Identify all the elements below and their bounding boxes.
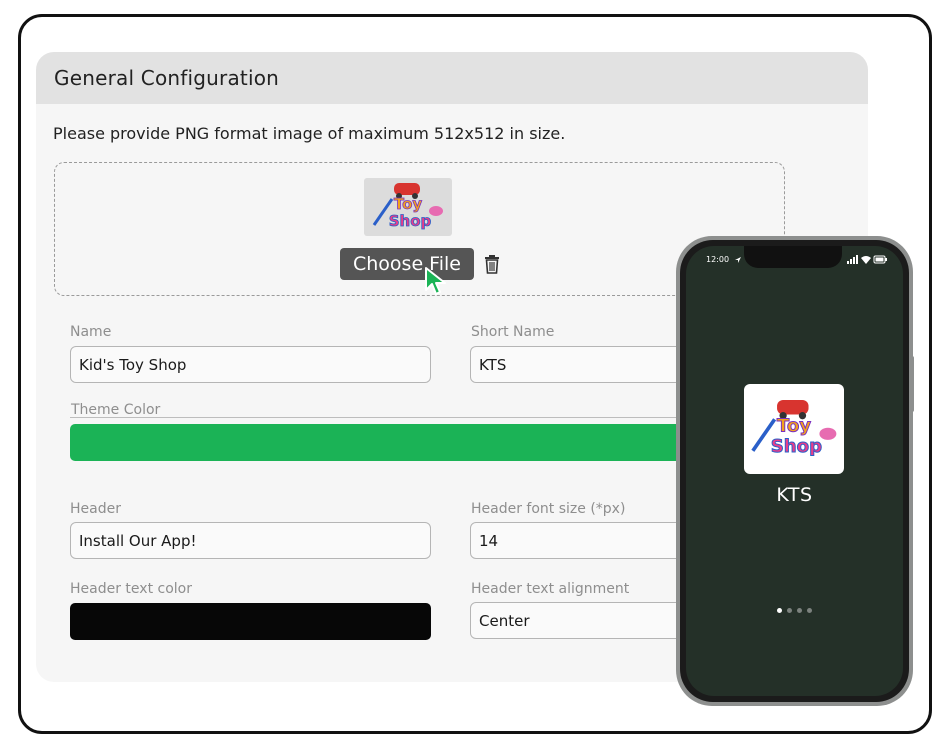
signal-icon xyxy=(847,255,858,264)
location-arrow-icon xyxy=(735,257,741,263)
logo-preview: Toy Shop xyxy=(364,178,452,236)
panel-title: General Configuration xyxy=(54,66,280,90)
panel-header: General Configuration xyxy=(36,52,868,104)
short-name-input[interactable]: KTS xyxy=(470,346,710,383)
app-icon-logo: Toy Shop xyxy=(751,399,837,457)
theme-color-picker[interactable] xyxy=(70,424,710,461)
app-logo-text-bottom: Shop xyxy=(771,436,822,457)
name-input[interactable]: Kid's Toy Shop xyxy=(70,346,431,383)
app-name: KTS xyxy=(776,484,813,506)
app-icon: Toy Shop xyxy=(744,384,844,474)
header-text-color-label: Header text color xyxy=(70,581,192,597)
header-font-size-input[interactable]: 14 xyxy=(470,522,710,559)
theme-color-label: Theme Color xyxy=(71,402,161,418)
header-input[interactable]: Install Our App! xyxy=(70,522,431,559)
logo-text-bottom: Shop xyxy=(389,212,432,230)
short-name-label: Short Name xyxy=(471,324,555,340)
phone-bezel: 12:00 Toy Shop KTS xyxy=(680,240,909,702)
page-dot[interactable] xyxy=(787,608,792,613)
theme-color-divider xyxy=(70,417,710,418)
battery-icon xyxy=(873,255,887,264)
name-label: Name xyxy=(70,324,112,340)
header-label: Header xyxy=(70,501,121,517)
cursor-pointer-icon xyxy=(425,267,446,295)
status-icons xyxy=(847,255,887,264)
status-time: 12:00 xyxy=(706,255,730,264)
header-text-color-picker[interactable] xyxy=(70,603,431,640)
toy-shop-logo: Toy Shop xyxy=(372,183,443,230)
page-dot[interactable] xyxy=(777,608,782,613)
page-dot[interactable] xyxy=(807,608,812,613)
app-logo-text-top: Toy xyxy=(777,415,811,436)
logo-text-top: Toy xyxy=(394,195,423,213)
choose-file-button[interactable]: Choose File xyxy=(340,248,474,280)
phone-notch xyxy=(744,246,842,268)
header-text-alignment-select[interactable]: Center xyxy=(470,602,710,639)
header-font-size-label: Header font size (*px) xyxy=(471,501,626,517)
upload-instruction: Please provide PNG format image of maxim… xyxy=(53,124,566,143)
page-indicator xyxy=(686,608,903,613)
header-text-alignment-label: Header text alignment xyxy=(471,581,630,597)
phone-preview: 12:00 Toy Shop KTS xyxy=(676,236,913,706)
trash-icon[interactable] xyxy=(483,254,501,274)
phone-screen: 12:00 Toy Shop KTS xyxy=(686,246,903,696)
wifi-icon xyxy=(861,256,871,264)
page-dot[interactable] xyxy=(797,608,802,613)
